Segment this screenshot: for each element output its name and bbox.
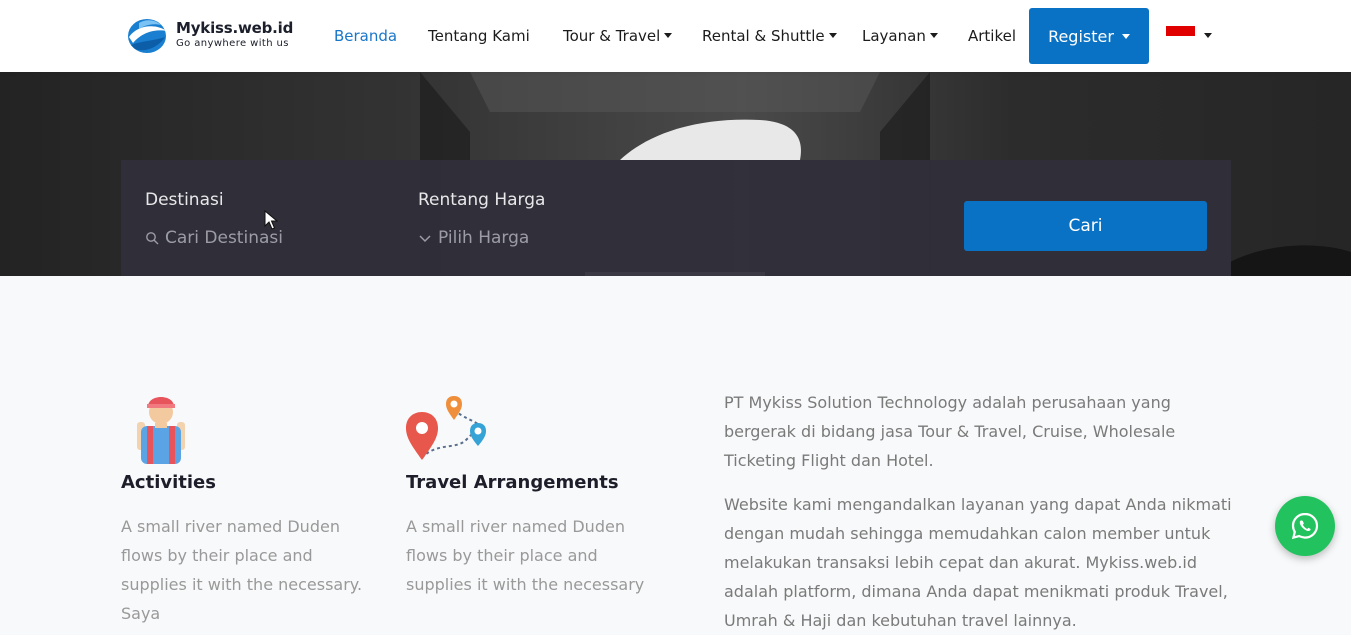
nav-label: Tentang Kami (428, 27, 530, 45)
language-selector[interactable] (1166, 26, 1214, 48)
nav-label: Tour & Travel (563, 27, 661, 45)
register-button[interactable]: Register (1029, 8, 1149, 64)
chevron-down-icon (419, 235, 431, 243)
feature-description: A small river named Duden flows by their… (406, 517, 645, 594)
feature-activities: Activities A small river named Duden flo… (121, 390, 371, 623)
price-range-select[interactable]: Pilih Harga (418, 228, 529, 248)
nav-label: Artikel (968, 27, 1017, 45)
caret-down-icon (1121, 33, 1130, 39)
nav-tour-travel[interactable]: Tour & Travel (563, 26, 673, 46)
destination-input[interactable]: Cari Destinasi (145, 228, 283, 248)
caret-down-icon (1204, 33, 1212, 38)
about-company: PT Mykiss Solution Technology adalah per… (724, 388, 1236, 635)
about-paragraph: PT Mykiss Solution Technology adalah per… (724, 393, 1176, 470)
traveler-icon (137, 397, 185, 464)
about-paragraph: Website kami mengandalkan layanan yang d… (724, 495, 1232, 630)
feature-travel-arrangements: Travel Arrangements A small river named … (406, 390, 656, 594)
destination-placeholder: Cari Destinasi (165, 228, 283, 248)
feature-description: A small river named Duden flows by their… (121, 517, 363, 623)
price-range-label: Rentang Harga (418, 190, 546, 210)
mouse-cursor-icon (264, 210, 278, 230)
whatsapp-button[interactable] (1275, 496, 1335, 556)
nav-label: Rental & Shuttle (702, 27, 825, 45)
caret-down-icon (664, 33, 673, 38)
feature-title: Travel Arrangements (406, 472, 619, 493)
search-button-label: Cari (1068, 216, 1103, 236)
brand-tagline: Go anywhere with us (176, 38, 289, 49)
brand-logo[interactable]: Mykiss.web.id Go anywhere with us (125, 14, 295, 58)
search-button[interactable]: Cari (964, 201, 1207, 251)
nav-layanan[interactable]: Layanan (862, 26, 938, 46)
nav-rental-shuttle[interactable]: Rental & Shuttle (702, 26, 837, 46)
nav-artikel[interactable]: Artikel (968, 26, 1016, 46)
nav-label: Beranda (334, 27, 398, 45)
caret-down-icon (929, 33, 938, 38)
nav-label: Layanan (862, 27, 926, 45)
whatsapp-icon (1291, 512, 1319, 540)
search-icon (146, 232, 159, 245)
indonesia-flag-icon (1166, 26, 1195, 46)
caret-down-icon (828, 33, 837, 38)
brand-name: Mykiss.web.id (176, 19, 294, 37)
search-panel: Destinasi Cari Destinasi Rentang Harga P… (121, 160, 1231, 276)
map-route-icon (406, 396, 486, 460)
feature-title: Activities (121, 472, 216, 493)
destination-label: Destinasi (145, 190, 224, 210)
register-label: Register (1048, 26, 1114, 46)
globe-logo-icon (128, 19, 167, 53)
nav-tentang-kami[interactable]: Tentang Kami (428, 26, 530, 46)
nav-beranda[interactable]: Beranda (334, 26, 397, 46)
price-range-placeholder: Pilih Harga (438, 228, 530, 248)
top-navbar: Mykiss.web.id Go anywhere with us Berand… (0, 0, 1351, 72)
